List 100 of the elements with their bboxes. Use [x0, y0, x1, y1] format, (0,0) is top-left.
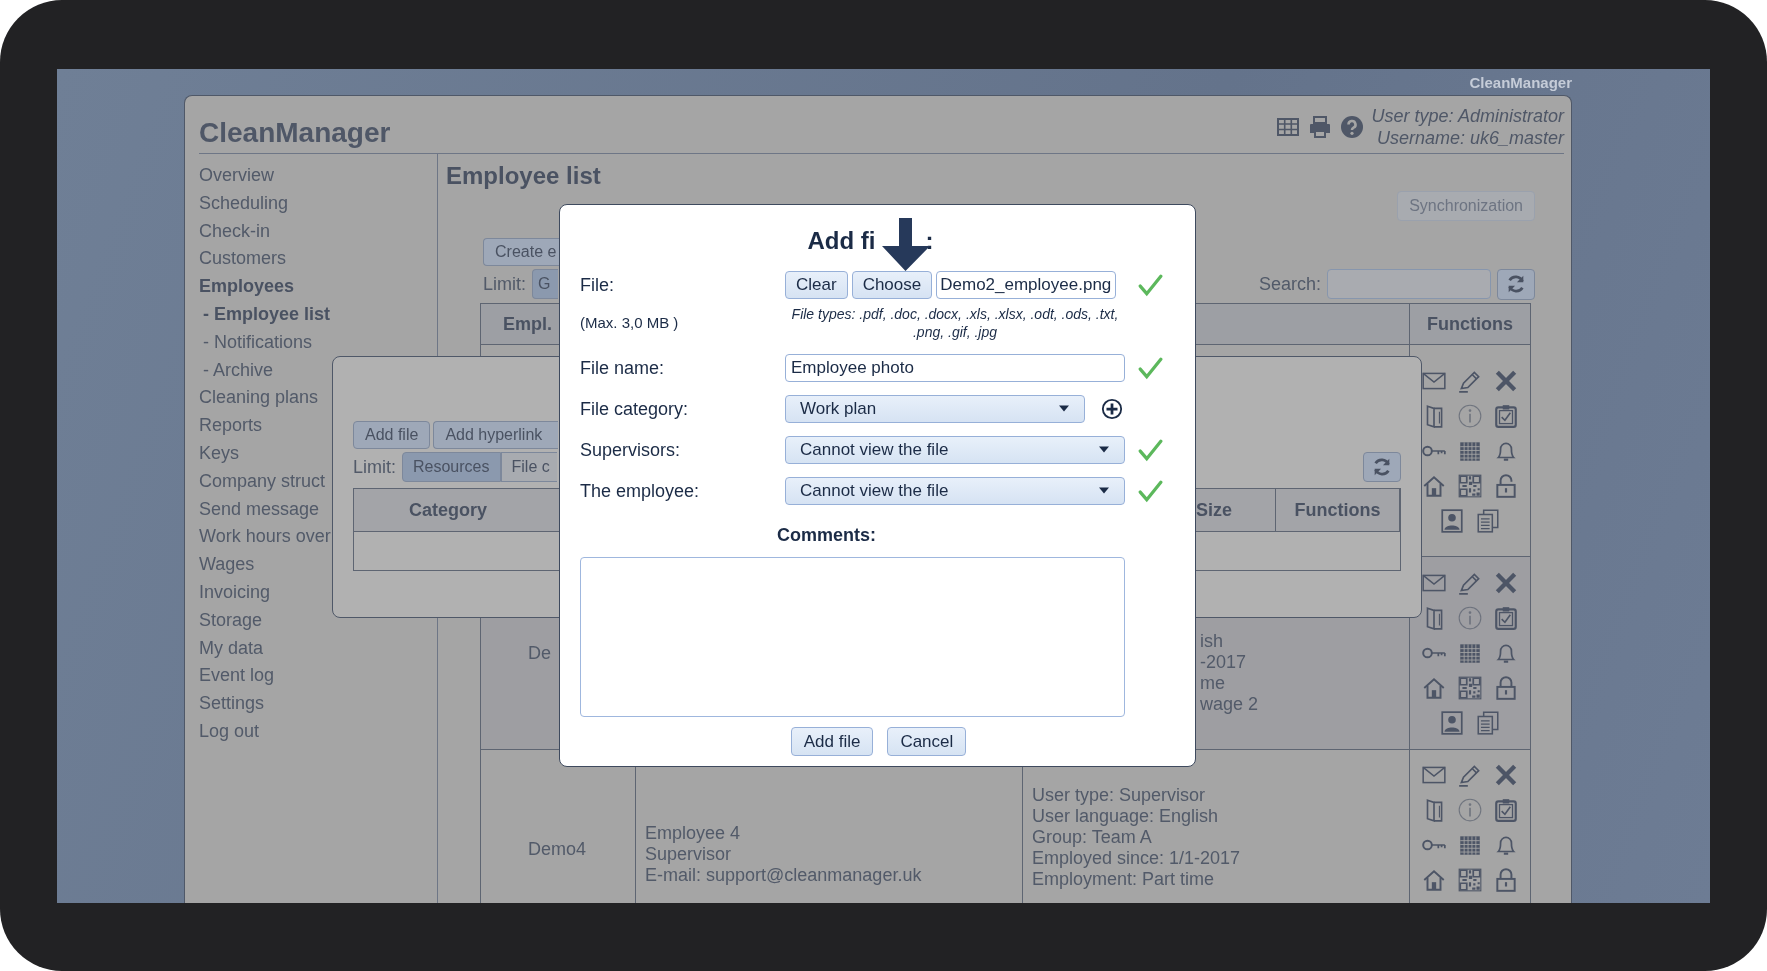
qr-code-icon[interactable]	[1457, 675, 1483, 701]
sidebar-item[interactable]: Log out	[199, 717, 260, 746]
table-icon[interactable]	[1275, 115, 1300, 139]
printer-icon[interactable]	[1307, 115, 1332, 139]
dropdown[interactable]: Work plan	[785, 395, 1085, 423]
house-icon[interactable]	[1421, 675, 1447, 701]
person-card-icon[interactable]	[1439, 710, 1465, 736]
closed-lock-icon[interactable]	[1493, 675, 1519, 701]
sidebar-item[interactable]: Scheduling	[199, 189, 289, 218]
file-button[interactable]: Clear	[785, 271, 848, 299]
employee-detail-line: Employment: Part time	[1032, 869, 1215, 890]
open-lock-icon[interactable]	[1493, 472, 1519, 499]
employee-id: Demo4	[528, 839, 587, 860]
employee-detail-line: -2017	[1200, 652, 1247, 673]
dialog-title: Add fi	[807, 226, 876, 256]
employee-detail-line: wage 2	[1200, 694, 1259, 715]
page-title: Employee list	[446, 162, 601, 190]
user-type: User type: Administrator	[1371, 105, 1564, 127]
info-icon[interactable]	[1457, 797, 1483, 823]
employee-info-line: E-mail: support@cleanmanager.uk	[645, 865, 922, 886]
closed-lock-icon[interactable]	[1493, 867, 1519, 893]
pencil-icon[interactable]	[1457, 762, 1483, 788]
clipboard-check-icon[interactable]	[1493, 402, 1519, 429]
dropdown[interactable]: Cannot view the file	[785, 477, 1125, 505]
clipboard-check-icon[interactable]	[1493, 605, 1519, 631]
employee-detail-line: User type: Supervisor	[1032, 785, 1206, 806]
delete-icon[interactable]	[1493, 570, 1519, 596]
sidebar-item[interactable]: Company struct	[199, 467, 326, 496]
filter-tab[interactable]: G	[532, 269, 558, 299]
size-limit-note: (Max. 3,0 MB )	[580, 314, 679, 331]
comments-field[interactable]	[580, 557, 1125, 717]
dialog-button[interactable]: Cancel	[887, 727, 967, 756]
documents-icon[interactable]	[1475, 710, 1501, 736]
refresh-button[interactable]	[1497, 268, 1535, 300]
help-icon[interactable]	[1339, 115, 1364, 139]
employee-info-line: Employee 4	[645, 823, 741, 844]
file-button[interactable]: Choose	[851, 271, 933, 299]
clipboard-check-icon[interactable]	[1493, 797, 1519, 823]
down-arrow-icon	[882, 218, 930, 271]
dialog-button[interactable]: Add hyperlink	[433, 421, 559, 449]
add-icon[interactable]	[1101, 398, 1123, 420]
limit-label: Limit:	[483, 273, 526, 295]
field-label: File category:	[580, 398, 689, 420]
file-name-field[interactable]: Employee photo	[785, 354, 1125, 382]
employee-detail-line: ish	[1200, 631, 1223, 652]
sidebar-item[interactable]: My data	[199, 634, 264, 663]
dialog-button[interactable]: Add file	[353, 421, 431, 449]
sidebar-item[interactable]: Reports	[199, 412, 263, 440]
employee-info-line: Supervisor	[645, 844, 732, 865]
sidebar-item[interactable]: Overview	[199, 162, 274, 190]
sidebar-item[interactable]: - Employee list	[199, 301, 331, 329]
search-label: Search:	[1258, 273, 1321, 295]
qr-code-icon[interactable]	[1457, 472, 1483, 499]
refresh-icon	[1371, 456, 1393, 478]
username: Username: uk6_master	[1376, 127, 1564, 149]
dropdown[interactable]: Cannot view the file	[785, 436, 1125, 464]
file-types-note: File types: .pdf, .doc, .docx, .xls, .xlsx, .odt, .ods, .txt, .png, .gif, .jpg	[790, 305, 1120, 341]
sidebar-item[interactable]: - Notifications	[199, 328, 313, 357]
refresh-button[interactable]	[1363, 452, 1401, 482]
field-label: Supervisors:	[580, 439, 681, 461]
sidebar-item[interactable]: Storage	[199, 606, 263, 635]
info-icon[interactable]	[1457, 402, 1483, 429]
sidebar-item[interactable]: Send message	[199, 495, 320, 524]
limit-label: Limit:	[353, 456, 396, 478]
pencil-icon[interactable]	[1457, 570, 1483, 596]
brand-label: CleanManager	[1469, 73, 1572, 91]
sidebar-item[interactable]: Wages	[199, 551, 255, 579]
sidebar-item[interactable]: - Archive	[199, 356, 274, 385]
search-field[interactable]	[1327, 269, 1491, 299]
delete-icon[interactable]	[1493, 762, 1519, 788]
column-header[interactable]: Empl.	[503, 313, 552, 335]
sidebar-item[interactable]: Check-in	[199, 217, 271, 246]
filter-tab[interactable]: Resources	[402, 452, 501, 482]
sidebar-item[interactable]: Cleaning plans	[199, 384, 319, 413]
info-icon[interactable]	[1457, 605, 1483, 631]
employee-id: De	[528, 642, 551, 664]
employee-detail-line: me	[1200, 673, 1225, 694]
filter-tab[interactable]: File c	[500, 452, 557, 482]
house-icon[interactable]	[1421, 867, 1447, 893]
comments-label: Comments:	[777, 525, 876, 546]
field-label: The employee:	[580, 480, 700, 502]
sidebar-item[interactable]: Employees	[199, 273, 295, 301]
sidebar-item[interactable]: Invoicing	[199, 578, 271, 607]
sidebar-item[interactable]: Settings	[199, 690, 265, 718]
column-header[interactable]: Category	[409, 499, 488, 521]
employee-detail-line: User language: English	[1032, 806, 1219, 827]
field-label: File name:	[580, 357, 665, 379]
refresh-icon	[1505, 273, 1527, 295]
sidebar-item[interactable]: Customers	[199, 245, 287, 274]
sidebar-item[interactable]: Keys	[199, 439, 240, 468]
qr-code-icon[interactable]	[1457, 867, 1483, 893]
person-card-icon[interactable]	[1439, 507, 1465, 534]
field-label: File:	[580, 274, 614, 296]
employee-detail-line: Employed since: 1/1-2017	[1032, 848, 1241, 869]
sidebar-item[interactable]: Work hours over	[199, 523, 331, 552]
sidebar-item[interactable]: Event log	[199, 662, 275, 691]
file-path-field[interactable]: Demo2_employee.png	[936, 271, 1117, 299]
documents-icon[interactable]	[1475, 507, 1501, 534]
employee-detail-line: Group: Team A	[1032, 827, 1152, 848]
dialog-button[interactable]: Add file	[790, 727, 874, 756]
